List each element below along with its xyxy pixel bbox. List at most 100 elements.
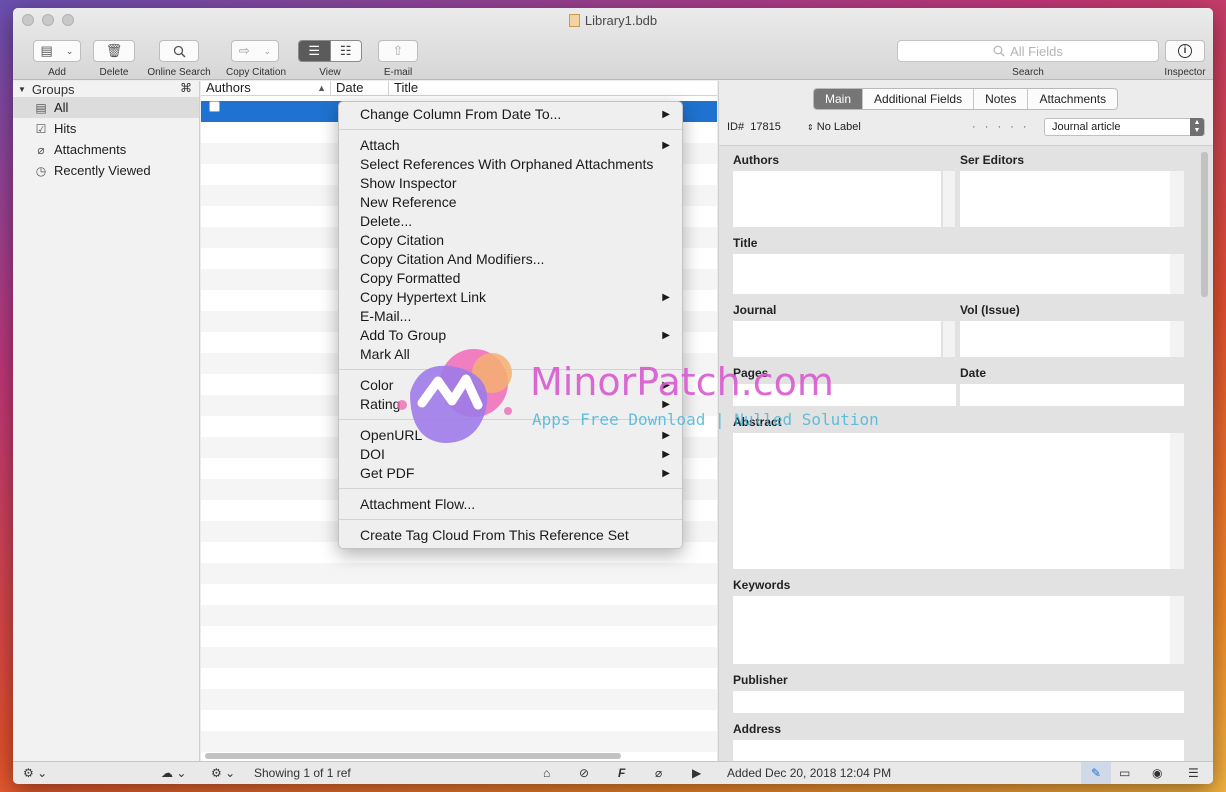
font-icon[interactable]: F <box>618 766 625 780</box>
authors-field[interactable] <box>733 171 941 227</box>
abstract-field-scroll <box>1170 433 1184 569</box>
inspector-button[interactable]: i <box>1165 40 1205 62</box>
search-icon <box>173 45 186 58</box>
context-menu: Change Column From Date To... ▶ Attach ▶ S… <box>338 101 683 549</box>
date-field[interactable] <box>960 384 1184 406</box>
menu-item-delete[interactable]: Delete... <box>339 212 682 231</box>
publisher-label: Publisher <box>733 673 788 687</box>
reference-id: ID# 17815 <box>727 121 781 133</box>
ser-editors-label: Ser Editors <box>960 153 1025 167</box>
command-icon: ⌘ <box>180 81 192 95</box>
menu-item-copy-citation-modifiers[interactable]: Copy Citation And Modifiers... <box>339 250 682 269</box>
cloud-icon[interactable]: ☁ ⌄ <box>161 766 186 780</box>
online-search-button[interactable] <box>159 40 199 62</box>
keywords-label: Keywords <box>733 578 791 592</box>
ser-editors-field[interactable] <box>960 171 1170 227</box>
trash-icon: 🗑 <box>105 43 123 58</box>
chevron-down-icon[interactable]: ⌄ <box>264 46 272 57</box>
publisher-field[interactable] <box>733 691 1184 713</box>
menu-item-select-orphaned[interactable]: Select References With Orphaned Attachme… <box>339 155 682 174</box>
address-field[interactable] <box>733 740 1184 761</box>
vol-issue-field[interactable] <box>960 321 1170 357</box>
keywords-field[interactable] <box>733 596 1170 664</box>
sidebar: ▼ Groups ⌘ ▤ All ☑ Hits ⌀ Attachments ◷ … <box>13 81 200 761</box>
menu-item-new-reference[interactable]: New Reference <box>339 193 682 212</box>
edit-icon[interactable]: ✎ <box>1081 762 1111 784</box>
eye-icon[interactable]: ◉ <box>1152 766 1162 780</box>
menu-item-email[interactable]: E-Mail... <box>339 307 682 326</box>
menu-item-change-column[interactable]: Change Column From Date To... ▶ <box>339 105 682 124</box>
journal-field[interactable] <box>733 321 941 357</box>
rating-dots[interactable]: · · · · · <box>972 121 1030 133</box>
sidebar-item-all[interactable]: ▤ All <box>13 97 199 118</box>
table-row-empty <box>201 584 717 605</box>
reference-type-select[interactable]: Journal article ▲ ▼ <box>1044 118 1205 136</box>
tab-notes[interactable]: Notes <box>973 89 1027 109</box>
tag-icon[interactable]: ⌂ <box>543 766 550 780</box>
abstract-field[interactable] <box>733 433 1170 569</box>
submenu-arrow-icon: ▶ <box>662 449 670 460</box>
gear-icon[interactable]: ⚙ ⌄ <box>23 766 47 780</box>
menu-separator <box>339 519 682 520</box>
column-header-date[interactable]: Date <box>331 81 389 95</box>
groups-header[interactable]: ▼ Groups ⌘ <box>13 81 199 97</box>
search-input[interactable]: All Fields <box>897 40 1159 62</box>
stepper-icon: ⇕ <box>807 123 814 132</box>
add-button[interactable]: ▤ ⌄ <box>33 40 81 62</box>
tab-attachments[interactable]: Attachments <box>1027 89 1117 109</box>
delete-button[interactable]: 🗑 <box>93 40 135 62</box>
paperclip-icon: ⌀ <box>37 142 45 157</box>
table-row-empty <box>201 605 717 626</box>
table-row-empty <box>201 689 717 710</box>
authors-label: Authors <box>733 153 779 167</box>
view-label: View <box>319 67 341 78</box>
address-label: Address <box>733 722 782 736</box>
add-reference-icon: ▤ <box>40 43 53 58</box>
column-header-title[interactable]: Title <box>389 81 717 95</box>
menu-item-copy-hypertext-link[interactable]: Copy Hypertext Link ▶ <box>339 288 682 307</box>
email-button[interactable]: ⇧ <box>378 40 418 62</box>
column-header-authors[interactable]: Authors ▲ <box>201 81 331 95</box>
search-label: Search <box>1012 67 1044 78</box>
label-selector[interactable]: ⇕ No Label <box>807 121 861 133</box>
info-icon: i <box>1178 44 1192 58</box>
tab-main[interactable]: Main <box>814 89 863 109</box>
menu-item-create-tag-cloud[interactable]: Create Tag Cloud From This Reference Set <box>339 526 682 545</box>
detail-view-icon[interactable]: ☷ <box>329 41 361 61</box>
play-icon[interactable]: ▶ <box>692 766 701 780</box>
vol-issue-field-scroll <box>1170 321 1184 357</box>
menu-item-get-pdf[interactable]: Get PDF ▶ <box>339 464 682 483</box>
list-icon[interactable]: ☰ <box>1188 766 1199 780</box>
horizontal-scrollbar[interactable] <box>205 753 621 759</box>
copy-citation-button[interactable]: ⇨ ⌄ <box>231 40 279 62</box>
tab-additional-fields[interactable]: Additional Fields <box>862 89 973 109</box>
authors-field-scroll <box>943 171 955 227</box>
paperclip-icon[interactable]: ⌀ <box>655 766 662 780</box>
chevron-down-icon[interactable]: ⌄ <box>66 46 74 57</box>
title-field[interactable] <box>733 254 1170 294</box>
list-view-icon[interactable]: ☰ <box>299 41 330 61</box>
menu-item-copy-formatted[interactable]: Copy Formatted <box>339 269 682 288</box>
watermark-subtitle: Apps Free Download | Nulled Solution <box>532 410 879 429</box>
sidebar-item-hits[interactable]: ☑ Hits <box>13 118 199 139</box>
menu-item-show-inspector[interactable]: Show Inspector <box>339 174 682 193</box>
menu-item-doi[interactable]: DOI ▶ <box>339 445 682 464</box>
disclosure-triangle-icon[interactable]: ▼ <box>18 85 26 94</box>
share-icon: ⇧ <box>392 43 404 58</box>
menu-item-attachment-flow[interactable]: Attachment Flow... <box>339 495 682 514</box>
menu-item-attach[interactable]: Attach ▶ <box>339 136 682 155</box>
sidebar-item-attachments[interactable]: ⌀ Attachments <box>13 139 199 160</box>
table-row-empty <box>201 626 717 647</box>
note-icon[interactable]: ▭ <box>1119 766 1130 780</box>
gear-icon[interactable]: ⚙ ⌄ <box>211 766 235 780</box>
view-segmented-control[interactable]: ☰ ☷ <box>298 40 362 62</box>
sidebar-item-recently-viewed[interactable]: ◷ Recently Viewed <box>13 160 199 181</box>
menu-item-copy-citation[interactable]: Copy Citation <box>339 231 682 250</box>
form-vertical-scrollbar[interactable] <box>1201 152 1208 297</box>
online-search-label: Online Search <box>147 67 211 78</box>
row-checkbox[interactable] <box>209 101 220 112</box>
compass-icon[interactable]: ⊘ <box>579 766 589 780</box>
email-label: E-mail <box>383 67 413 78</box>
table-row-empty <box>201 668 717 689</box>
menu-separator <box>339 488 682 489</box>
